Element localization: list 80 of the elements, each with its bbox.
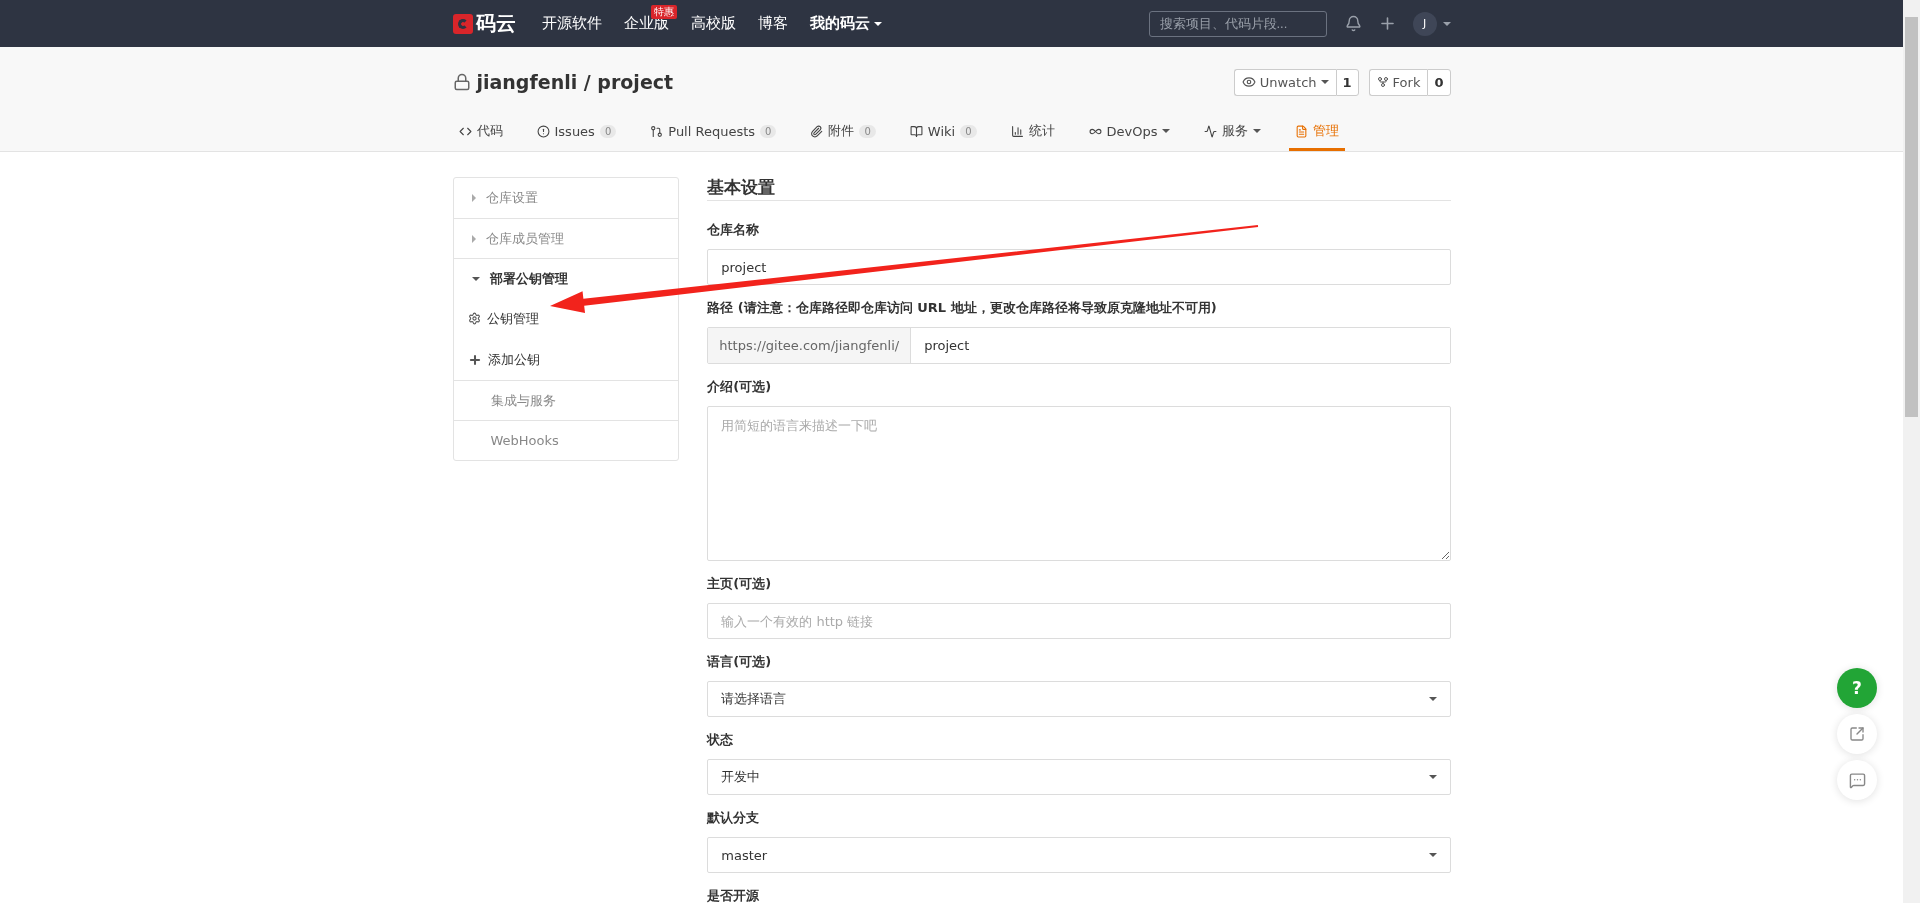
nav-link[interactable]: 博客: [757, 14, 788, 33]
caret-icon: [1428, 775, 1437, 779]
tab[interactable]: Issues 0: [530, 111, 623, 151]
menu-item-label: 部署公钥管理: [489, 269, 568, 288]
lock-icon: [452, 73, 471, 91]
nav-link[interactable]: 高校版: [690, 14, 736, 33]
field-label: 介绍(可选): [707, 378, 773, 396]
tab[interactable]: 附件 0: [804, 111, 882, 151]
field-label: 默认分支: [707, 809, 761, 827]
text-field[interactable]: project: [707, 249, 1451, 285]
pulse-icon: [1204, 124, 1218, 138]
pull-request-icon: [650, 124, 664, 138]
repo-title[interactable]: jiangfenli / project: [476, 71, 674, 93]
caret-icon: [1162, 129, 1171, 133]
bell-icon[interactable]: [1344, 15, 1362, 32]
tab[interactable]: 统计: [1004, 111, 1061, 151]
submenu-item[interactable]: 添加公钥: [453, 339, 679, 380]
tab[interactable]: DevOps: [1082, 111, 1177, 151]
share-button[interactable]: [1837, 714, 1877, 754]
tab[interactable]: Pull Requests 0: [644, 111, 783, 151]
nav-link[interactable]: 我的码云: [809, 14, 882, 33]
menu-item[interactable]: WebHooks: [453, 420, 679, 460]
fork-icon: [1376, 76, 1389, 88]
menu-item[interactable]: 仓库设置: [453, 178, 679, 218]
select-field[interactable]: 开发中: [707, 759, 1451, 795]
logo-text[interactable]: 码云: [475, 10, 516, 37]
avatar[interactable]: J: [1412, 11, 1437, 36]
paperclip-icon: [810, 124, 824, 138]
field-label: 主页(可选): [707, 575, 773, 593]
search-field[interactable]: 搜索项目、代码片段...: [1148, 10, 1327, 37]
select-field[interactable]: master: [707, 837, 1451, 873]
chat-button[interactable]: [1837, 760, 1877, 800]
share-icon: [1849, 726, 1865, 742]
tab[interactable]: 代码: [452, 111, 509, 151]
field-label: 是否开源: [707, 887, 761, 903]
chat-icon: [1848, 771, 1866, 789]
caret-icon: [873, 21, 882, 26]
submenu-item[interactable]: 公钥管理: [453, 298, 679, 339]
logo-icon: [452, 13, 473, 34]
action-count[interactable]: 0: [1427, 68, 1451, 96]
menu-item-label: 仓库成员管理: [485, 229, 564, 248]
book-icon: [909, 124, 923, 138]
caret-icon: [1320, 80, 1329, 84]
bar-chart-icon: [1010, 124, 1024, 138]
caret-icon: [1442, 21, 1451, 26]
menu-item[interactable]: 集成与服务: [453, 380, 679, 420]
menu-item[interactable]: 仓库成员管理: [453, 218, 679, 258]
action-count[interactable]: 1: [1335, 68, 1359, 96]
caret-right-icon: [471, 194, 476, 202]
path-field[interactable]: https://gitee.com/jiangfenli/ project: [707, 327, 1451, 364]
scrollbar-thumb[interactable]: [1905, 17, 1918, 417]
section-title: 基本设置: [707, 177, 1451, 201]
plus-icon: [467, 352, 482, 367]
field-label: 路径 (请注意：仓库路径即仓库访问 URL 地址，更改仓库路径将导致原克隆地址不可用): [707, 299, 1218, 317]
tab[interactable]: 服务: [1198, 111, 1268, 151]
tab[interactable]: Wiki 0: [903, 111, 983, 151]
caret-down-icon: [471, 276, 480, 281]
field-label: 仓库名称: [707, 221, 761, 239]
count-badge: 0: [960, 124, 977, 138]
submenu-item-label: 公钥管理: [486, 309, 539, 328]
field-label: 状态: [707, 731, 735, 749]
promo-badge: 特惠: [650, 5, 677, 19]
alert-circle-icon: [536, 124, 550, 138]
field-label: 语言(可选): [707, 653, 773, 671]
caret-icon: [1428, 697, 1437, 701]
menu-item-label: 仓库设置: [485, 189, 538, 207]
count-badge: 0: [760, 124, 777, 138]
caret-icon: [1428, 853, 1437, 857]
watch-button[interactable]: Unwatch: [1233, 68, 1336, 96]
caret-right-icon: [471, 234, 476, 243]
count-badge: 0: [859, 124, 876, 138]
select-field[interactable]: 请选择语言: [707, 681, 1451, 717]
document-icon: [1295, 124, 1309, 138]
nav-link[interactable]: 开源软件: [541, 14, 602, 33]
submenu-item-label: 添加公钥: [487, 350, 540, 369]
count-badge: 0: [599, 124, 617, 138]
fork-button[interactable]: Fork: [1368, 68, 1428, 96]
settings-icon: [467, 312, 481, 325]
caret-icon: [1253, 129, 1262, 133]
eye-icon: [1241, 75, 1256, 89]
